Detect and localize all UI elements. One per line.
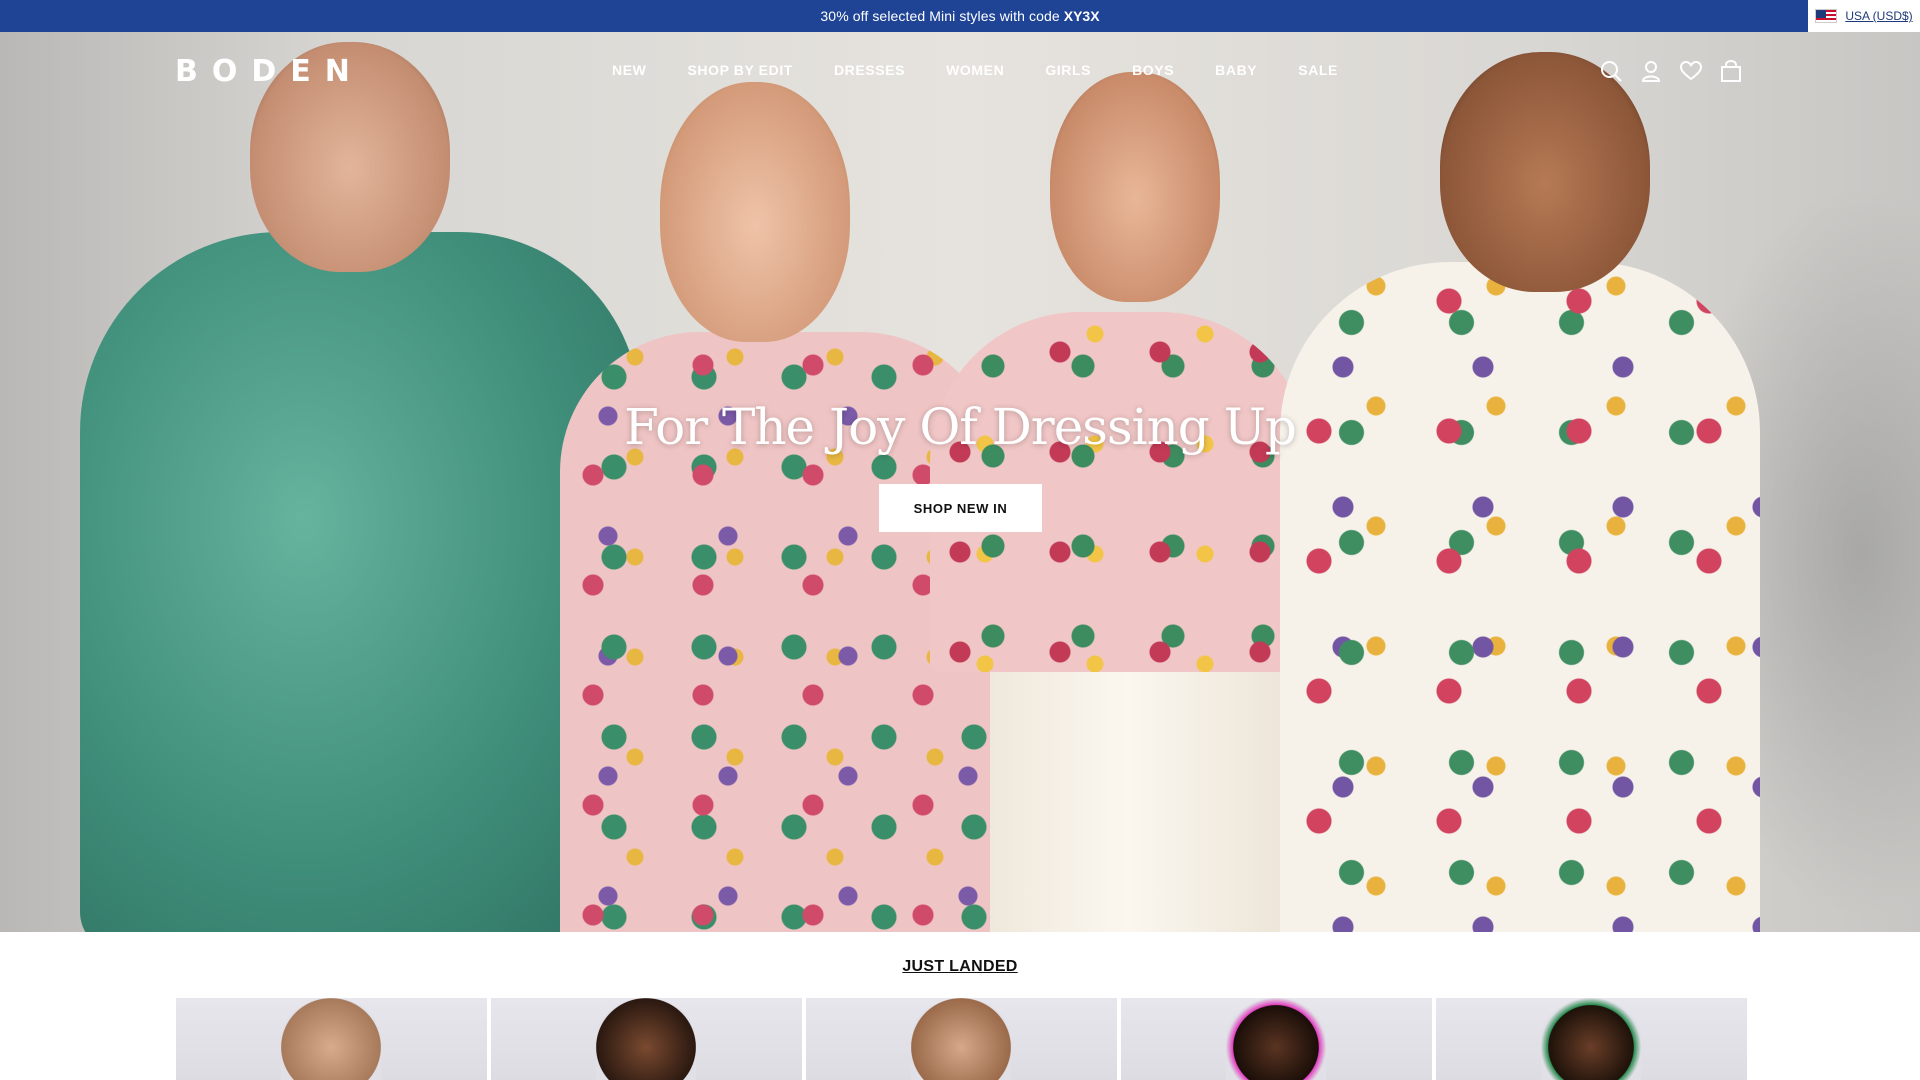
product-image	[1226, 998, 1326, 1080]
search-icon[interactable]	[1600, 58, 1622, 84]
product-card[interactable]	[1436, 998, 1747, 1080]
bag-icon[interactable]	[1720, 58, 1742, 84]
locale-switch[interactable]: USA (USD$)	[1808, 0, 1920, 32]
wishlist-heart-icon[interactable]	[1680, 58, 1702, 84]
nav-item-women[interactable]: WOMEN	[946, 62, 1004, 78]
hero-image-model-2-head	[660, 82, 850, 342]
site-header: BODEN NEW SHOP BY EDIT DRESSES WOMEN GIR…	[0, 32, 1920, 110]
hero-title: For The Joy Of Dressing Up	[624, 398, 1297, 456]
nav-item-boys[interactable]: BOYS	[1132, 62, 1174, 78]
locale-label[interactable]: USA (USD$)	[1845, 9, 1912, 23]
us-flag-icon	[1815, 9, 1838, 23]
promo-text: 30% off selected Mini styles with code	[820, 8, 1060, 24]
just-landed-carousel	[176, 998, 1747, 1080]
product-image	[596, 998, 696, 1080]
product-card[interactable]	[176, 998, 487, 1080]
product-card[interactable]	[1121, 998, 1432, 1080]
account-icon[interactable]	[1640, 58, 1662, 84]
hero-image-model-4	[1280, 262, 1760, 932]
product-image	[911, 998, 1011, 1080]
promo-bar: 30% off selected Mini styles with code X…	[0, 0, 1920, 32]
nav-item-girls[interactable]: GIRLS	[1045, 62, 1091, 78]
product-card[interactable]	[491, 998, 802, 1080]
hero-banner[interactable]	[0, 32, 1920, 932]
main-nav: NEW SHOP BY EDIT DRESSES WOMEN GIRLS BOY…	[612, 62, 1338, 78]
header-icons	[1600, 58, 1742, 84]
product-card[interactable]	[806, 998, 1117, 1080]
nav-item-dresses[interactable]: DRESSES	[834, 62, 905, 78]
promo-code: XY3X	[1063, 8, 1100, 24]
shop-new-in-button[interactable]: SHOP NEW IN	[879, 484, 1042, 532]
nav-item-baby[interactable]: BABY	[1215, 62, 1257, 78]
product-image	[1541, 998, 1641, 1080]
nav-item-shop-by-edit[interactable]: SHOP BY EDIT	[687, 62, 793, 78]
nav-item-new[interactable]: NEW	[612, 62, 646, 78]
just-landed-heading[interactable]: JUST LANDED	[0, 958, 1920, 976]
product-image	[281, 998, 381, 1080]
hero-image-model-1	[80, 232, 640, 932]
hero-image-model-3-skirt	[990, 672, 1330, 932]
nav-item-sale[interactable]: SALE	[1298, 62, 1338, 78]
brand-logo[interactable]: BODEN	[175, 54, 364, 89]
